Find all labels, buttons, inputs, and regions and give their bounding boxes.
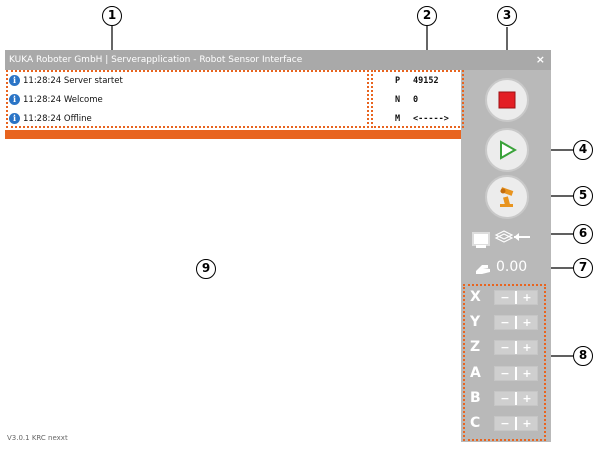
plus-button[interactable]: + [517,341,537,354]
axis-stepper[interactable]: − + [494,416,538,431]
callout-5: 5 [573,186,593,206]
axis-row-x: X − + [468,287,542,307]
robot-button[interactable] [485,175,529,219]
plus-button[interactable]: + [517,392,537,405]
axis-row-c: C − + [468,413,542,433]
start-button[interactable] [485,128,529,172]
callout-1: 1 [102,6,122,26]
minus-button[interactable]: − [495,341,515,354]
close-icon[interactable]: × [536,50,545,70]
axis-row-b: B − + [468,388,542,408]
plus-button[interactable]: + [517,291,537,304]
hand-icon [476,265,490,274]
velocity-value: 0.00 [496,259,528,275]
axis-label: Z [470,339,481,355]
minus-button[interactable]: − [495,392,515,405]
axis-stepper[interactable]: − + [494,366,538,381]
stop-button[interactable] [485,78,529,122]
window-title: KUKA Roboter GmbH | Serverapplication - … [9,55,303,65]
axis-stepper[interactable]: − + [494,391,538,406]
axis-label: B [470,390,481,406]
status-highlight-frame [371,70,464,128]
callout-9: 9 [196,259,216,279]
callout-8: 8 [573,346,593,366]
accent-bar [5,130,461,139]
axis-row-a: A − + [468,363,542,383]
version-label: V3.0.1 KRC nexxt [7,434,68,442]
axis-row-z: Z − + [468,337,542,357]
minus-button[interactable]: − [495,316,515,329]
monitor-icon[interactable] [472,232,490,246]
plus-button[interactable]: + [517,367,537,380]
plus-button[interactable]: + [517,316,537,329]
axis-stepper[interactable]: − + [494,315,538,330]
display-area: V3.0.1 KRC nexxt [5,139,461,442]
plus-button[interactable]: + [517,417,537,430]
axis-row-y: Y − + [468,312,542,332]
axis-label: Y [470,314,481,330]
axis-label: C [470,415,481,431]
axis-stepper[interactable]: − + [494,290,538,305]
axis-label: A [470,365,481,381]
stop-icon [498,91,516,109]
axis-stepper[interactable]: − + [494,340,538,355]
log-highlight-frame [6,70,369,128]
callout-7: 7 [573,258,593,278]
callout-4: 4 [573,140,593,160]
minus-button[interactable]: − [495,417,515,430]
minus-button[interactable]: − [495,367,515,380]
play-icon [500,140,517,160]
minus-button[interactable]: − [495,291,515,304]
axis-label: X [470,289,481,305]
layers-arrow-icon[interactable] [494,228,532,244]
callout-6: 6 [573,224,593,244]
title-bar: KUKA Roboter GmbH | Serverapplication - … [5,50,551,70]
robot-arm-icon [500,187,514,207]
callout-2: 2 [417,6,437,26]
callout-3: 3 [497,6,517,26]
monitor-stand [476,245,486,248]
